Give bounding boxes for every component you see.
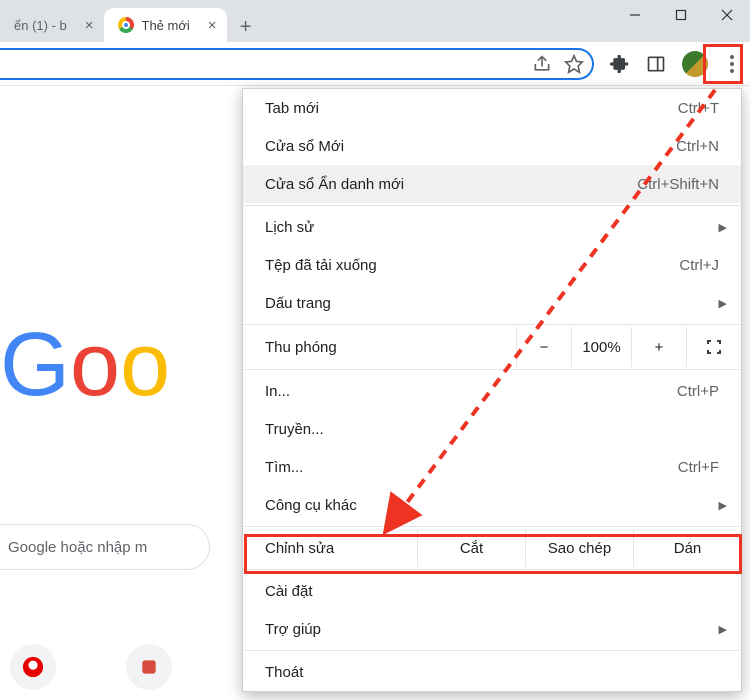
menu-item-exit[interactable]: Thoát bbox=[243, 653, 741, 691]
close-window-button[interactable] bbox=[704, 0, 750, 30]
menu-button[interactable] bbox=[724, 49, 740, 79]
window-controls bbox=[612, 0, 750, 30]
menu-separator bbox=[243, 324, 741, 325]
zoom-value: 100% bbox=[571, 327, 631, 367]
tab-label: Thẻ mới bbox=[142, 18, 190, 33]
close-icon[interactable]: × bbox=[85, 17, 94, 34]
menu-item-print[interactable]: In... Ctrl+P bbox=[243, 372, 741, 410]
menu-item-incognito[interactable]: Cửa sổ Ẩn danh mới Ctrl+Shift+N bbox=[243, 165, 741, 203]
menu-separator bbox=[243, 205, 741, 206]
extensions-icon[interactable] bbox=[610, 54, 630, 74]
menu-item-edit: Chỉnh sửa Cắt Sao chép Dán bbox=[243, 529, 741, 567]
maximize-button[interactable] bbox=[658, 0, 704, 30]
tab-active[interactable]: Thẻ mới × bbox=[104, 8, 227, 42]
star-icon[interactable] bbox=[564, 54, 584, 74]
edit-copy-button[interactable]: Sao chép bbox=[525, 529, 633, 567]
zoom-out-button[interactable]: − bbox=[516, 327, 571, 367]
minimize-button[interactable] bbox=[612, 0, 658, 30]
sidepanel-icon[interactable] bbox=[646, 54, 666, 74]
menu-item-find[interactable]: Tìm... Ctrl+F bbox=[243, 448, 741, 486]
submenu-arrow-icon: ▶ bbox=[719, 221, 727, 234]
chrome-menu: Tab mới Ctrl+T Cửa sổ Mới Ctrl+N Cửa sổ … bbox=[242, 88, 742, 692]
profile-avatar[interactable] bbox=[682, 51, 708, 77]
menu-item-new-window[interactable]: Cửa sổ Mới Ctrl+N bbox=[243, 127, 741, 165]
menu-item-new-tab[interactable]: Tab mới Ctrl+T bbox=[243, 89, 741, 127]
titlebar: ển (1) - b × Thẻ mới × + bbox=[0, 0, 750, 42]
edit-paste-button[interactable]: Dán bbox=[633, 529, 741, 567]
zoom-in-button[interactable]: + bbox=[631, 327, 686, 367]
menu-separator bbox=[243, 650, 741, 651]
new-tab-button[interactable]: + bbox=[231, 12, 261, 42]
menu-item-bookmarks[interactable]: Dấu trang ▶ bbox=[243, 284, 741, 322]
search-placeholder: Google hoặc nhập m bbox=[8, 539, 147, 556]
ntp-shortcuts bbox=[10, 644, 172, 690]
menu-separator bbox=[243, 369, 741, 370]
submenu-arrow-icon: ▶ bbox=[719, 623, 727, 636]
menu-item-help[interactable]: Trợ giúp ▶ bbox=[243, 610, 741, 648]
fullscreen-button[interactable] bbox=[686, 327, 741, 367]
menu-separator bbox=[243, 569, 741, 570]
address-bar[interactable] bbox=[0, 48, 594, 80]
menu-item-cast[interactable]: Truyền... bbox=[243, 410, 741, 448]
tab-inactive[interactable]: ển (1) - b × bbox=[0, 8, 104, 42]
browser-toolbar bbox=[0, 42, 750, 86]
menu-item-more-tools[interactable]: Công cụ khác ▶ bbox=[243, 486, 741, 524]
menu-separator bbox=[243, 526, 741, 527]
submenu-arrow-icon: ▶ bbox=[719, 297, 727, 310]
submenu-arrow-icon: ▶ bbox=[719, 499, 727, 512]
tab-label: ển (1) - b bbox=[14, 18, 67, 33]
google-search-input[interactable]: Google hoặc nhập m bbox=[0, 524, 210, 570]
menu-item-settings[interactable]: Cài đặt bbox=[243, 572, 741, 610]
edit-cut-button[interactable]: Cắt bbox=[417, 529, 525, 567]
google-logo: Goo bbox=[0, 314, 170, 417]
shortcut-item[interactable] bbox=[126, 644, 172, 690]
chrome-icon bbox=[118, 17, 134, 33]
menu-item-downloads[interactable]: Tệp đã tải xuống Ctrl+J bbox=[243, 246, 741, 284]
close-icon[interactable]: × bbox=[208, 17, 217, 34]
menu-item-history[interactable]: Lịch sử ▶ bbox=[243, 208, 741, 246]
share-icon[interactable] bbox=[532, 54, 552, 74]
shortcut-item[interactable] bbox=[10, 644, 56, 690]
menu-item-zoom: Thu phóng − 100% + bbox=[243, 327, 741, 367]
